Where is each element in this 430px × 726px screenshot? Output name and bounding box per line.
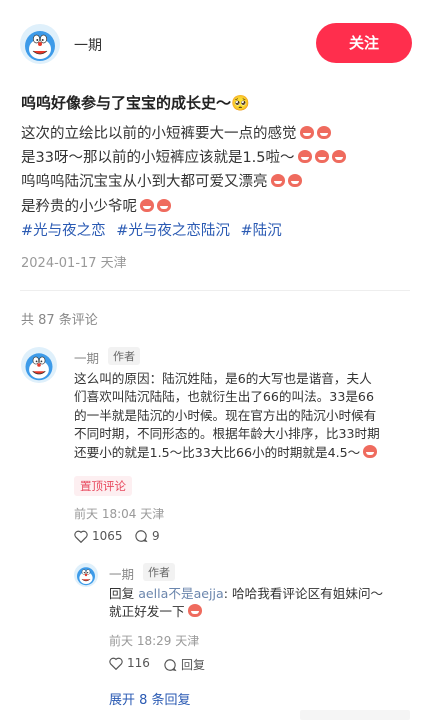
reply-target-link[interactable]: aella不是aejja — [138, 586, 224, 601]
tag-link[interactable]: #光与夜之恋陆沉 — [116, 223, 230, 239]
comment-meta: 前天 18:29 天津 — [109, 634, 200, 648]
like-button[interactable]: 1065 — [74, 529, 123, 543]
author-avatar[interactable] — [20, 24, 60, 64]
emoji-icon — [314, 150, 329, 164]
post-line: 这次的立绘比以前的小短裤要大一点的感觉 — [21, 122, 416, 146]
reply-button[interactable]: 回复 — [163, 656, 205, 673]
comment-line: 这么叫的原因：陆沉姓陆，是6的大写也是谐音，夫人 — [74, 371, 372, 386]
emoji-icon — [316, 126, 331, 139]
comment-line-text: 还要小的就是1.5～比33大比66小的时期就是4.5～ — [74, 444, 361, 460]
post-line: 呜呜呜陆沉宝宝从小到大都可爱又漂亮 — [21, 170, 416, 194]
emoji-icon — [140, 198, 154, 212]
reply-count: 9 — [152, 529, 160, 543]
commenter-avatar[interactable] — [74, 563, 98, 587]
comment-line: 回复 aella不是aejja: 哈哈我看评论区有姐妹问～ — [109, 585, 414, 603]
doraemon-avatar-icon — [20, 24, 60, 64]
post-body: 这次的立绘比以前的小短裤要大一点的感觉 是33呀～那以前的小短裤应该就是1.5啦… — [21, 122, 416, 219]
author-badge: 作者 — [143, 563, 175, 581]
comment-bubble-icon — [164, 658, 177, 671]
post-line-text: 是矜贵的小少爷呢 — [21, 198, 137, 215]
comment-line: 的一半就是陆沉的小时候。现在官方出的陆沉小时候有 — [74, 407, 377, 423]
emoji-icon — [331, 150, 346, 164]
comment-line-text: : 哈哈我看评论区有姐妹问～ — [223, 586, 384, 601]
tag-list: #光与夜之恋 #光与夜之恋陆沉 #陆沉 — [21, 219, 288, 240]
reply-button[interactable]: 9 — [134, 529, 160, 543]
post-line: 是33呀～那以前的小短裤应该就是1.5啦～ — [21, 146, 416, 170]
emoji-icon — [297, 150, 312, 164]
comment-text[interactable]: 这么叫的原因：陆沉姓陆，是6的大写也是谐音，夫人 们喜欢叫陆沉陆陆，也就衍生出了… — [74, 370, 412, 462]
commenter-avatar[interactable] — [21, 347, 57, 383]
post-header: 一期 关注 — [0, 0, 430, 88]
heart-icon — [74, 530, 88, 543]
emoji-icon — [187, 604, 202, 618]
divider — [20, 290, 410, 291]
post-title: 呜呜好像参与了宝宝的成长史～🥺 — [21, 94, 250, 112]
like-count: 116 — [127, 656, 150, 670]
comment-line-text: 就正好发一下 — [109, 604, 185, 620]
post-line: 是矜贵的小少爷呢 — [21, 195, 416, 219]
commenter-name[interactable]: 一期 — [109, 564, 134, 583]
watermark — [300, 710, 410, 720]
post-date: 2024-01-17 天津 — [21, 256, 127, 271]
post-line-text: 呜呜呜陆沉宝宝从小到大都可爱又漂亮 — [21, 174, 268, 191]
heart-icon — [109, 657, 123, 670]
reply-prefix: 回复 — [109, 586, 139, 601]
expand-replies-link[interactable]: 展开 8 条回复 — [109, 689, 191, 708]
emoji-icon — [157, 198, 171, 212]
reply-label: 回复 — [181, 658, 206, 672]
tag-link[interactable]: #光与夜之恋 — [21, 223, 106, 239]
emoji-icon — [270, 174, 285, 188]
comment-line: 还要小的就是1.5～比33大比66小的时期就是4.5～ — [74, 444, 412, 462]
comment-line: 不同时期，不同形态的。根据年龄大小排序，比33时期 — [74, 426, 380, 442]
doraemon-avatar-icon — [21, 347, 57, 383]
follow-button[interactable]: 关注 — [316, 23, 412, 63]
pinned-badge: 置顶评论 — [74, 476, 132, 496]
post-line-text: 是33呀～那以前的小短裤应该就是1.5啦～ — [21, 150, 295, 167]
comment-bubble-icon — [135, 530, 148, 543]
emoji-icon — [299, 126, 314, 139]
comment-line: 就正好发一下 — [109, 603, 414, 621]
commenter-name[interactable]: 一期 — [74, 348, 99, 367]
emoji-icon — [363, 444, 378, 458]
comment-line: 们喜欢叫陆沉陆陆，也就衍生出了66的叫法。33是66 — [74, 389, 374, 405]
tag-link[interactable]: #陆沉 — [241, 223, 282, 239]
comment-count: 共 87 条评论 — [21, 313, 98, 328]
comment-text[interactable]: 回复 aella不是aejja: 哈哈我看评论区有姐妹问～ 就正好发一下 — [109, 585, 414, 622]
author-badge: 作者 — [108, 347, 140, 365]
emoji-icon — [287, 174, 302, 188]
post-line-text: 这次的立绘比以前的小短裤要大一点的感觉 — [21, 126, 297, 142]
comment-meta: 前天 18:04 天津 — [74, 507, 165, 521]
doraemon-avatar-icon — [74, 563, 98, 587]
like-count: 1065 — [92, 529, 123, 543]
like-button[interactable]: 116 — [109, 656, 150, 670]
author-name[interactable]: 一期 — [74, 35, 102, 55]
